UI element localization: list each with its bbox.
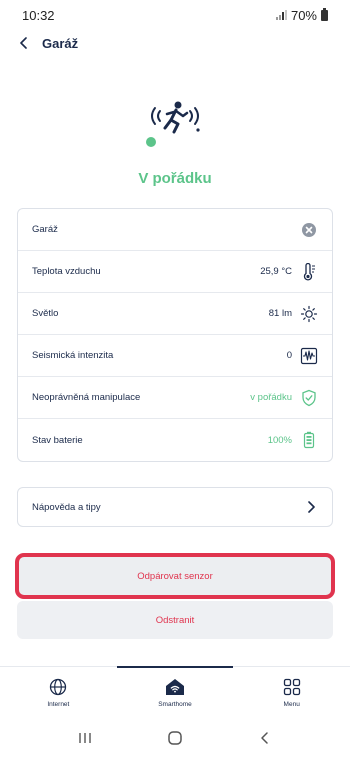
status-right: 70% (275, 7, 328, 23)
running-person-motion-icon (146, 101, 200, 147)
home-circle-icon (168, 731, 182, 745)
detail-label: Stav baterie (32, 434, 83, 446)
detail-value: 0 (286, 350, 292, 361)
detail-label: Seismická intenzita (32, 350, 114, 361)
page-title: Garáž (42, 35, 79, 51)
back-arrow-icon (261, 732, 268, 744)
nav-smarthome[interactable]: Smarthome (116, 666, 234, 718)
detail-row-seismic: Seismická intenzita 0 (18, 335, 332, 377)
status-bar: 10:32 70% (0, 0, 350, 30)
app-header: Garáž (0, 30, 350, 56)
system-navigation-bar (0, 718, 350, 758)
detail-label: Teplota vzduchu (32, 266, 101, 277)
status-battery-icon (321, 7, 328, 21)
system-back-button[interactable] (253, 726, 277, 750)
sensor-status-text: V pořádku (138, 170, 212, 187)
sun-icon (300, 305, 318, 323)
detail-label: Garáž (32, 224, 58, 235)
recent-apps-button[interactable] (73, 726, 97, 750)
shield-check-icon (300, 389, 318, 407)
detail-value: v pořádku (250, 392, 292, 403)
battery-percent: 70% (290, 7, 317, 23)
sensor-details-card: Garáž Teplota vzduchu 25,9 °C Světlo 81 … (17, 208, 333, 462)
recent-apps-icon (79, 733, 91, 743)
detail-value: 81 lm (268, 308, 292, 319)
back-button[interactable] (14, 33, 34, 53)
home-button[interactable] (163, 726, 187, 750)
help-and-tips-link[interactable]: Nápověda a tipy (17, 487, 333, 527)
detail-value: 100% (267, 434, 292, 446)
nav-label: Menu (283, 701, 300, 708)
help-label: Nápověda a tipy (32, 501, 101, 513)
sensor-status-hero: V pořádku (0, 98, 350, 187)
chevron-left-icon (20, 37, 27, 49)
nav-label: Internet (47, 701, 70, 708)
status-time: 10:32 (22, 7, 55, 23)
detail-row-battery: Stav baterie 100% (18, 419, 332, 461)
home-wifi-icon (165, 677, 185, 697)
globe-icon (48, 677, 68, 697)
detail-label: Neoprávněná manipulace (32, 392, 141, 403)
highlight-frame (15, 553, 335, 599)
battery-icon (300, 431, 318, 449)
detail-row-name[interactable]: Garáž (18, 209, 332, 251)
thermometer-icon (300, 262, 318, 281)
signal-icon (275, 10, 287, 20)
detail-row-tamper: Neoprávněná manipulace v pořádku (18, 377, 332, 419)
chevron-right-icon (308, 501, 315, 513)
bottom-navigation: Internet Smarthome Menu (0, 666, 350, 718)
grid-icon (282, 677, 302, 697)
detail-label: Světlo (32, 308, 59, 319)
nav-label: Smarthome (158, 701, 192, 708)
detail-row-temperature: Teplota vzduchu 25,9 °C (18, 251, 332, 293)
seismograph-icon (300, 347, 318, 365)
nav-internet[interactable]: Internet (0, 667, 117, 718)
clear-icon[interactable] (300, 221, 318, 239)
detail-row-light: Světlo 81 lm (18, 293, 332, 335)
detail-value: 25,9 °C (260, 266, 292, 277)
nav-menu[interactable]: Menu (233, 667, 350, 718)
remove-button[interactable]: Odstranit (17, 601, 333, 639)
